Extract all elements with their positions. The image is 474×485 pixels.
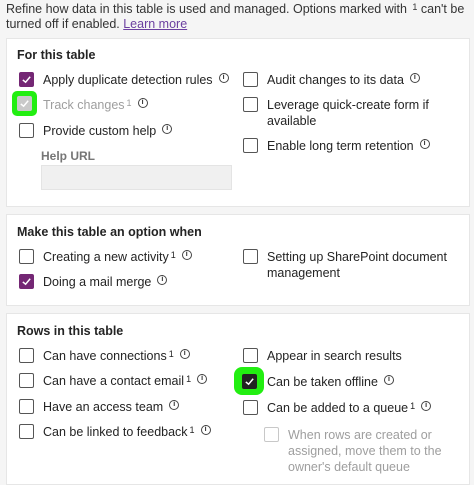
apply-duplicate-detection-label: Apply duplicate detection rules [43, 73, 213, 87]
queue-checkbox[interactable] [243, 400, 258, 415]
search-results-option[interactable]: Appear in search results [243, 348, 402, 364]
section-for-this-table: For this table Apply duplicate detection… [6, 38, 470, 207]
info-icon[interactable]: i [409, 73, 420, 83]
checkmark-icon [20, 100, 29, 108]
track-changes-checkbox [17, 96, 32, 111]
connections-sup: 1 [168, 349, 174, 359]
checkmark-icon [22, 76, 31, 84]
sharepoint-label-line2: management [267, 266, 340, 280]
info-icon[interactable]: i [200, 425, 211, 435]
section-option-when: Make this table an option when Creating … [6, 214, 470, 306]
offline-label: Can be taken offline [267, 375, 378, 389]
info-icon[interactable]: i [421, 401, 432, 411]
apply-duplicate-detection-option[interactable]: Apply duplicate detection rules i [19, 72, 229, 88]
search-results-checkbox[interactable] [243, 348, 258, 363]
queue-move-label: When rows are created or assigned, move … [288, 427, 442, 475]
track-changes-sup: 1 [126, 98, 132, 108]
mail-merge-label: Doing a mail merge [43, 275, 152, 289]
offline-highlight [234, 367, 264, 395]
intro-description: Refine how data in this table is used an… [6, 2, 411, 16]
queue-move-option: When rows are created or assigned, move … [264, 427, 442, 475]
quick-create-label-line1: Leverage quick-create form if [267, 98, 429, 112]
info-icon[interactable]: i [162, 124, 173, 134]
audit-changes-option[interactable]: Audit changes to its data i [243, 72, 420, 88]
sharepoint-option[interactable]: Setting up SharePoint document managemen… [243, 249, 447, 281]
section-title: Rows in this table [17, 324, 124, 338]
help-url-input [41, 165, 232, 190]
mail-merge-checkbox[interactable] [19, 274, 34, 289]
connections-label: Can have connections [43, 349, 167, 363]
custom-help-option[interactable]: Provide custom help i [19, 123, 173, 139]
intro-text: Refine how data in this table is used an… [6, 2, 468, 32]
info-icon[interactable]: i [419, 139, 430, 149]
mail-merge-option[interactable]: Doing a mail merge i [19, 274, 168, 290]
queue-move-checkbox [264, 427, 279, 442]
feedback-option[interactable]: Can be linked to feedback 1 i [19, 424, 211, 440]
quick-create-label-line2: available [267, 114, 317, 128]
new-activity-label: Creating a new activity [43, 250, 169, 264]
section-rows: Rows in this table Can have connections 1… [6, 313, 470, 485]
sharepoint-label: Setting up SharePoint document managemen… [267, 249, 447, 281]
info-icon[interactable]: i [197, 374, 208, 384]
section-title: Make this table an option when [17, 225, 202, 239]
long-term-retention-checkbox[interactable] [243, 138, 258, 153]
apply-duplicate-detection-checkbox[interactable] [19, 72, 34, 87]
info-icon[interactable]: i [137, 98, 148, 108]
connections-checkbox[interactable] [19, 348, 34, 363]
quick-create-checkbox[interactable] [243, 97, 258, 112]
new-activity-sup: 1 [170, 250, 176, 260]
intro-sup: 1 [412, 2, 418, 12]
info-icon[interactable]: i [169, 400, 180, 410]
sharepoint-checkbox[interactable] [243, 249, 258, 264]
track-changes-option: Track changes 1 i [43, 97, 148, 113]
contact-email-label: Can have a contact email [43, 374, 185, 388]
long-term-retention-label: Enable long term retention [267, 139, 414, 153]
custom-help-checkbox[interactable] [19, 123, 34, 138]
offline-option[interactable]: Can be taken offline i [267, 374, 394, 390]
queue-move-line3: owner's default queue [288, 460, 410, 474]
queue-move-line1: When rows are created or [288, 428, 432, 442]
checkmark-icon [244, 377, 254, 385]
audit-changes-label: Audit changes to its data [267, 73, 404, 87]
queue-option[interactable]: Can be added to a queue 1 i [243, 400, 432, 416]
search-results-label: Appear in search results [267, 349, 402, 363]
quick-create-label: Leverage quick-create form if available [267, 97, 429, 129]
queue-sup: 1 [410, 401, 416, 411]
contact-email-option[interactable]: Can have a contact email 1 i [19, 373, 208, 389]
new-activity-option[interactable]: Creating a new activity 1 i [19, 249, 192, 265]
info-icon[interactable]: i [383, 375, 394, 385]
feedback-sup: 1 [189, 425, 195, 435]
help-url-label: Help URL [41, 149, 95, 163]
access-team-checkbox[interactable] [19, 399, 34, 414]
connections-option[interactable]: Can have connections 1 i [19, 348, 190, 364]
new-activity-checkbox[interactable] [19, 249, 34, 264]
audit-changes-checkbox[interactable] [243, 72, 258, 87]
queue-move-line2: assigned, move them to the [288, 444, 442, 458]
learn-more-link[interactable]: Learn more [123, 17, 187, 31]
sharepoint-label-line1: Setting up SharePoint document [267, 250, 447, 264]
info-icon[interactable]: i [181, 250, 192, 260]
quick-create-option[interactable]: Leverage quick-create form if available [243, 97, 429, 129]
track-changes-label: Track changes [43, 98, 125, 112]
queue-label: Can be added to a queue [267, 401, 409, 415]
long-term-retention-option[interactable]: Enable long term retention i [243, 138, 430, 154]
offline-checkbox[interactable] [241, 373, 257, 389]
info-icon[interactable]: i [157, 275, 168, 285]
contact-email-sup: 1 [186, 374, 192, 384]
custom-help-label: Provide custom help [43, 124, 157, 138]
access-team-label: Have an access team [43, 400, 164, 414]
access-team-option[interactable]: Have an access team i [19, 399, 180, 415]
feedback-checkbox[interactable] [19, 424, 34, 439]
section-title: For this table [17, 48, 96, 62]
contact-email-checkbox[interactable] [19, 373, 34, 388]
checkmark-icon [22, 278, 31, 286]
feedback-label: Can be linked to feedback [43, 425, 188, 439]
info-icon[interactable]: i [179, 349, 190, 359]
info-icon[interactable]: i [218, 73, 229, 83]
track-changes-highlight [12, 91, 37, 116]
